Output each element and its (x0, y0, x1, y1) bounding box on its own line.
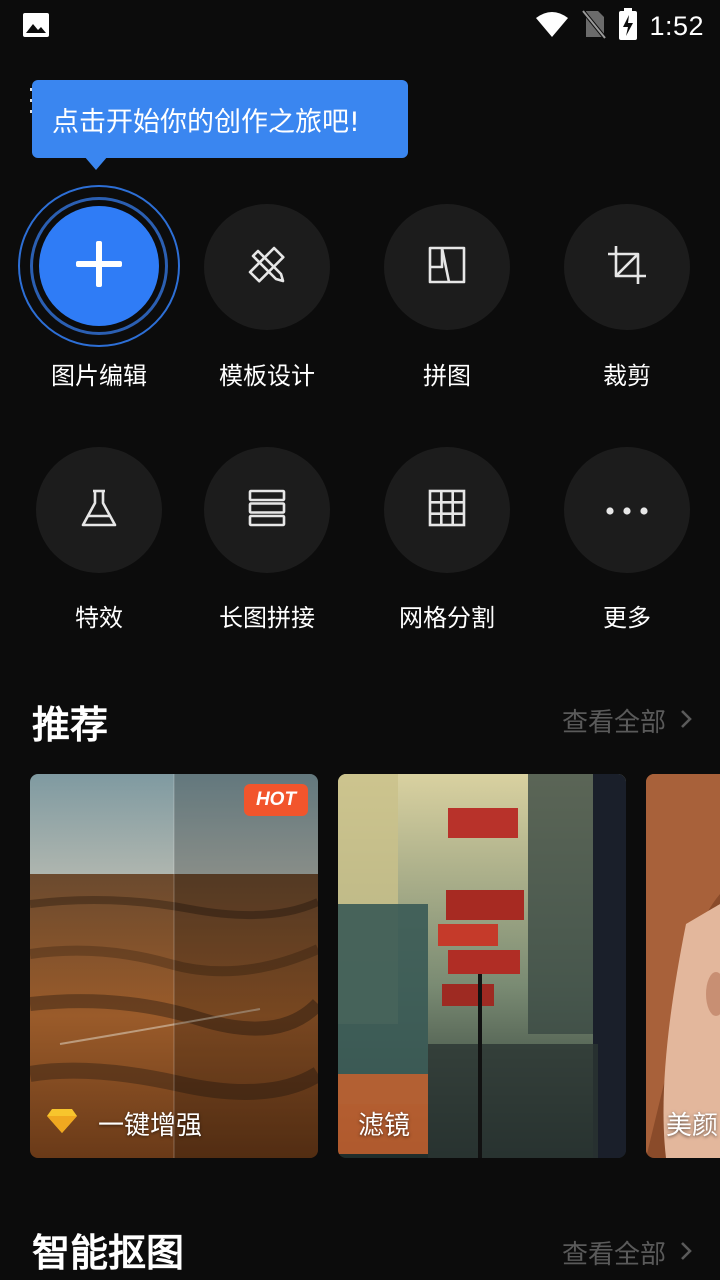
tooltip-text: 点击开始你的创作之旅吧! (52, 107, 360, 138)
no-sim-icon (581, 9, 607, 43)
hot-badge: HOT (244, 784, 308, 816)
tool-button[interactable] (36, 447, 162, 573)
design-tools-icon (246, 244, 288, 290)
card-one-click-enhance[interactable]: HOT 一键增强 (30, 774, 318, 1158)
tool-label: 更多 (603, 604, 651, 632)
grid-icon (427, 488, 467, 532)
collage-icon (427, 245, 467, 289)
plus-icon (74, 239, 124, 293)
photo-edit-button[interactable] (39, 206, 159, 326)
tool-label: 网格分割 (399, 604, 495, 632)
tool-button[interactable] (564, 204, 690, 330)
enhance-landscape-image (30, 774, 318, 1158)
gallery-icon (22, 12, 50, 42)
tool-button[interactable] (564, 447, 690, 573)
status-time: 1:52 (649, 10, 704, 41)
tool-label: 模板设计 (219, 362, 315, 390)
flask-icon (79, 488, 119, 532)
view-all-text: 查看全部 (561, 1240, 666, 1270)
portrait-image (646, 774, 720, 1158)
battery-charging-icon (619, 8, 638, 44)
card-filter[interactable]: 滤镜 (338, 774, 626, 1158)
status-bar: 1:52 (0, 0, 720, 50)
wifi-icon (535, 10, 569, 42)
recommend-title: 推荐 (32, 703, 109, 747)
tool-button[interactable] (384, 447, 510, 573)
chevron-right-icon (680, 1241, 692, 1265)
tool-label: 拼图 (423, 362, 471, 390)
more-icon (605, 501, 649, 520)
tool-label: 特效 (75, 604, 123, 632)
onboarding-tooltip[interactable]: 点击开始你的创作之旅吧! (32, 80, 408, 158)
street-scene-image (338, 774, 626, 1158)
tool-button[interactable] (204, 204, 330, 330)
crop-icon (606, 244, 648, 290)
cutout-view-all-link[interactable]: 查看全部 (562, 1234, 692, 1271)
card-label: 一键增强 (98, 1111, 203, 1141)
view-all-text: 查看全部 (561, 708, 666, 738)
card-beauty[interactable]: 美颜 (646, 774, 720, 1158)
tool-button[interactable] (384, 204, 510, 330)
tool-label: 长图拼接 (219, 604, 315, 632)
card-label: 滤镜 (358, 1111, 411, 1141)
card-label: 美颜 (666, 1111, 719, 1141)
tooltip-arrow (84, 156, 108, 170)
chevron-right-icon (680, 709, 692, 733)
stack-icon (247, 488, 287, 532)
diamond-icon (46, 1108, 78, 1138)
recommend-view-all-link[interactable]: 查看全部 (562, 702, 692, 739)
tool-label: 裁剪 (603, 362, 651, 390)
tool-label: 图片编辑 (51, 362, 147, 390)
smart-cutout-title: 智能抠图 (32, 1231, 185, 1275)
tool-button[interactable] (204, 447, 330, 573)
